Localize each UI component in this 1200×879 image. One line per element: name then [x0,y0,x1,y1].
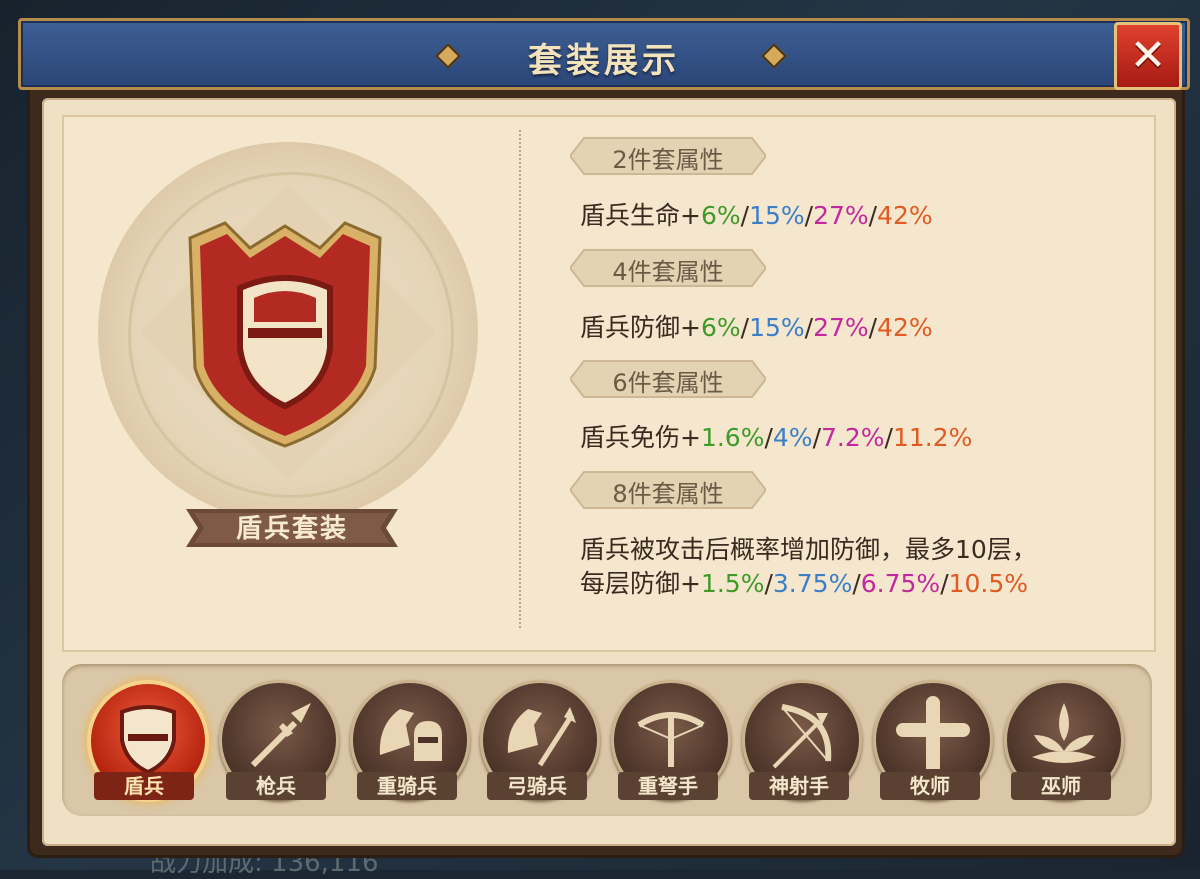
tab-label: 枪兵 [226,772,326,800]
tier-bonus-2: 盾兵生命+6%/15%/27%/42% [580,201,933,230]
tab-label: 神射手 [749,772,849,800]
spear-icon [250,703,311,768]
tier-label: 6件套属性 [612,369,724,397]
tab-label: 重骑兵 [357,772,457,800]
tier-label: 4件套属性 [612,258,724,286]
tier-label: 8件套属性 [612,480,724,508]
shield-icon [188,221,382,448]
tab-label: 重弩手 [618,772,718,800]
close-icon: ✕ [1129,30,1167,81]
tab-label: 牧师 [880,772,980,800]
tab-label: 巫师 [1011,772,1111,800]
shield-icon [120,705,176,775]
knight-helmet-icon [379,709,442,761]
window-title: 套装展示 [528,41,680,81]
tier-bonus-6: 盾兵免伤+1.6%/4%/7.2%/11.2% [580,423,973,452]
tier-bonus-8-desc: 盾兵被攻击后概率增加防御，最多10层， [580,535,1037,564]
tab-label: 弓骑兵 [487,772,587,800]
holy-cross-icon [896,696,970,769]
close-button[interactable]: ✕ [1114,22,1182,90]
horse-archer-icon [507,707,576,767]
tab-label: 盾兵 [94,772,194,800]
tier-bonus-8: 每层防御+1.5%/3.75%/6.75%/10.5% [580,569,1029,598]
lotus-magic-icon [1032,703,1096,763]
tier-label: 2件套属性 [612,146,724,174]
set-name: 盾兵套装 [235,514,348,544]
tier-bonus-4: 盾兵防御+6%/15%/27%/42% [580,313,933,342]
divider [519,130,521,628]
bow-icon [772,704,832,769]
title-bar: 套装展示 [18,18,1190,90]
crossbow-icon [637,712,705,767]
